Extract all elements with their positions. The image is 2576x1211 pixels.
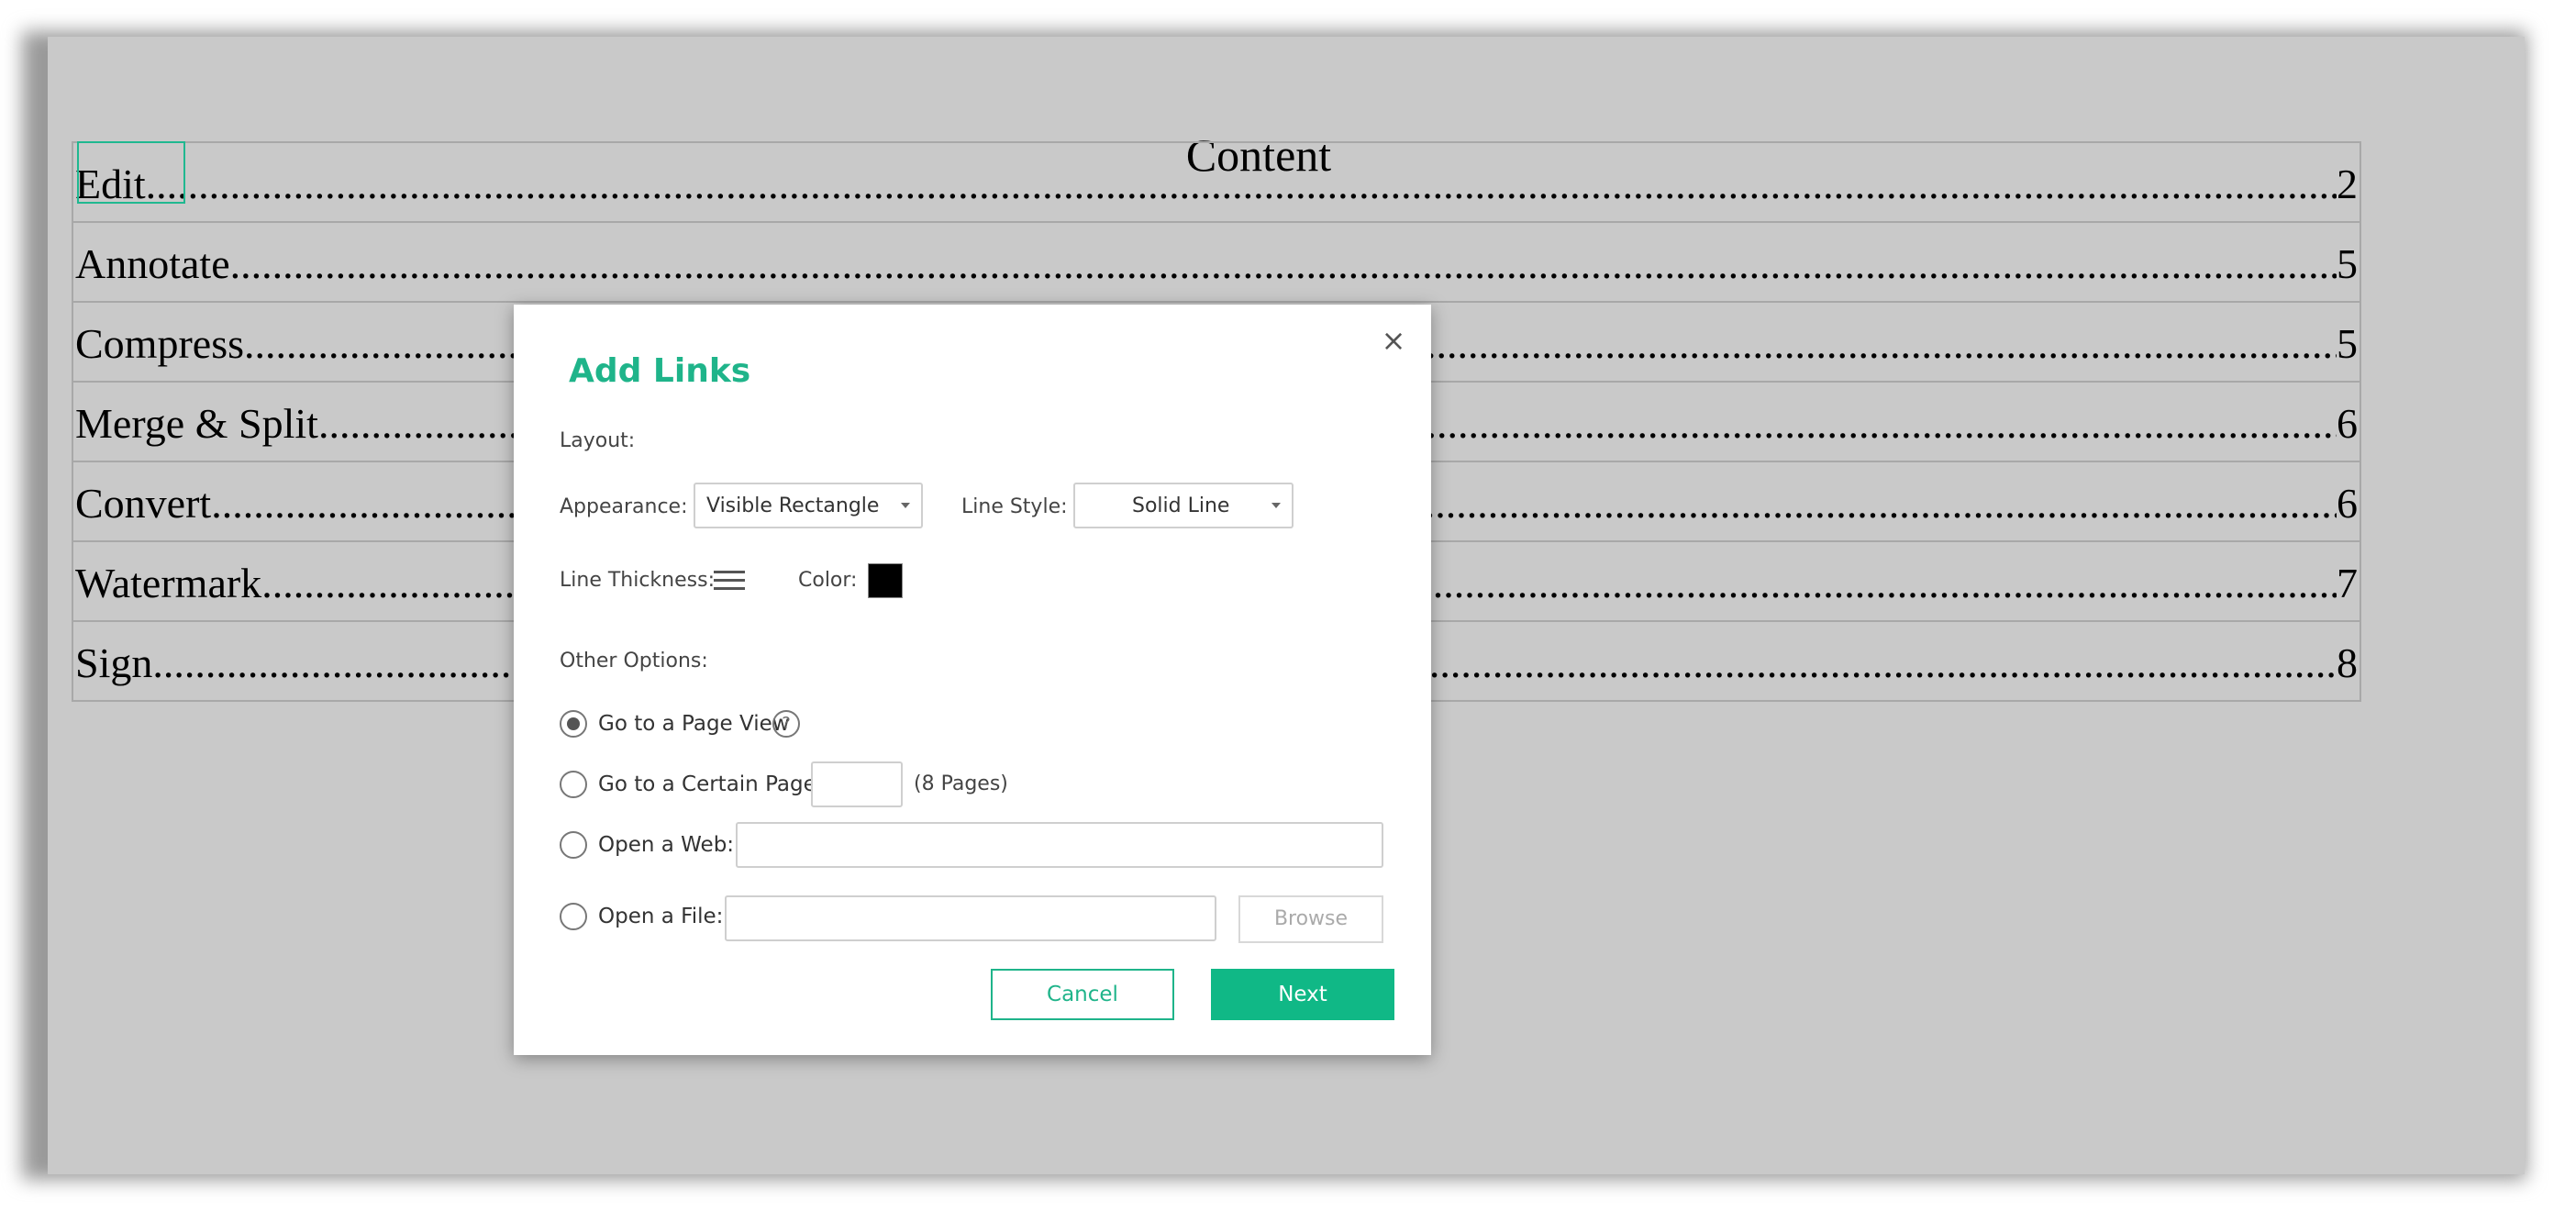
line-thickness-icon[interactable] [714, 571, 745, 593]
open-file-label: Open a File: [598, 905, 724, 928]
dialog-title: Add Links [569, 352, 751, 390]
toc-page-number: 5 [2337, 240, 2358, 287]
toc-page-number: 6 [2337, 400, 2358, 447]
color-swatch[interactable] [868, 563, 903, 598]
other-options-label: Other Options: [560, 650, 708, 672]
toc-label: Annotate [75, 240, 230, 287]
open-file-radio[interactable] [560, 903, 587, 930]
appearance-select[interactable]: Visible Rectangle [694, 483, 923, 528]
open-web-label: Open a Web: [598, 833, 735, 857]
add-links-dialog: × Add Links Layout: Appearance: Visible … [514, 305, 1431, 1055]
open-web-radio[interactable] [560, 831, 587, 859]
web-url-input[interactable] [736, 822, 1383, 868]
toc-leader-dots: ........................................… [145, 161, 2337, 207]
line-thickness-label: Line Thickness: [560, 569, 715, 592]
toc-page-number: 6 [2337, 480, 2358, 527]
line-style-select[interactable]: Solid Line [1073, 483, 1294, 528]
pages-note: (8 Pages) [914, 772, 1008, 795]
chevron-down-icon [1271, 503, 1281, 508]
layout-label: Layout: [560, 429, 636, 452]
cancel-button[interactable]: Cancel [991, 969, 1174, 1020]
certain-page-radio[interactable] [560, 771, 587, 798]
help-icon[interactable]: ? [772, 710, 800, 738]
toc-leader-dots: ........................................… [229, 240, 2337, 287]
certain-page-input[interactable] [811, 761, 903, 807]
toc-page-number: 5 [2337, 320, 2358, 367]
browse-button[interactable]: Browse [1238, 895, 1383, 943]
color-label: Color: [798, 569, 858, 592]
certain-page-label: Go to a Certain Page: [598, 772, 824, 796]
toc-page-number: 7 [2337, 560, 2358, 606]
chevron-down-icon [901, 503, 910, 508]
line-style-value: Solid Line [1132, 494, 1230, 517]
toc-label: Watermark [75, 560, 262, 606]
appearance-value: Visible Rectangle [706, 494, 880, 517]
page-view-radio[interactable] [560, 710, 587, 738]
toc-row-annotate[interactable]: Annotate ...............................… [73, 223, 2359, 303]
toc-label: Compress [75, 320, 244, 367]
page-view-label: Go to a Page View [598, 712, 790, 736]
toc-page-number: 2 [2337, 161, 2358, 207]
toc-row-edit[interactable]: Edit ...................................… [73, 143, 2359, 223]
toc-label: Merge & Split [75, 400, 318, 447]
line-style-label: Line Style: [961, 495, 1068, 518]
toc-label: Convert [75, 480, 212, 527]
appearance-label: Appearance: [560, 495, 688, 518]
next-button[interactable]: Next [1211, 969, 1394, 1020]
toc-label: Sign [75, 639, 153, 686]
close-icon[interactable]: × [1380, 326, 1407, 355]
app-window: Content Edit ...........................… [0, 0, 2576, 1211]
file-path-input[interactable] [725, 895, 1216, 941]
toc-label: Edit [75, 161, 146, 207]
toc-page-number: 8 [2337, 639, 2358, 686]
